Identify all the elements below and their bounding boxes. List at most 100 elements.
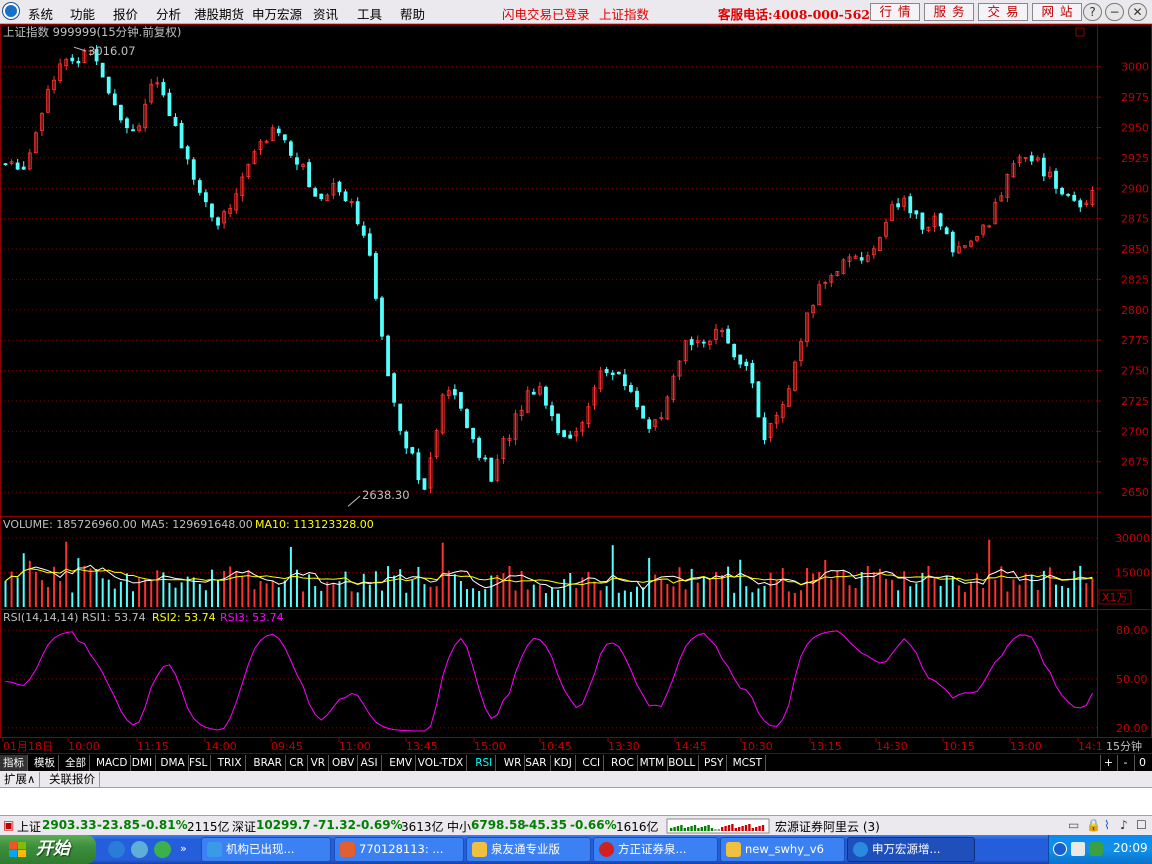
candle-body (920, 212, 925, 230)
candle-body (568, 434, 573, 439)
sh-price[interactable]: 2903.33 (42, 818, 97, 832)
time-tick-label: 13:15 (810, 740, 842, 753)
status-bar: ▣ 上证 2903.33 -23.85 -0.81% 2115亿 深证 1029… (0, 815, 1152, 835)
indicator-tab-fsl[interactable]: FSL (186, 755, 212, 771)
help-icon[interactable]: ? (1083, 3, 1102, 21)
candle-body (191, 159, 196, 180)
price-tick-label: 2675 (1121, 456, 1149, 469)
indicator-tab-obv[interactable]: OBV (329, 755, 359, 771)
quote-button[interactable]: 行情 (870, 3, 920, 21)
chart-area[interactable]: 上证指数 999999(15分钟.前复权) 3000 2975 2950 2925 29… (0, 24, 1152, 770)
indicator-tab-全部[interactable]: 全部 (62, 755, 90, 771)
candle-body (125, 118, 129, 129)
candle-body (938, 213, 943, 227)
browser-icon[interactable] (131, 841, 148, 858)
breadth-bar (690, 826, 693, 831)
price-tick-label: 2925 (1121, 152, 1149, 165)
chart-title: 上证指数 999999(15分钟.前复权) (3, 25, 181, 39)
indicator-tab-dmi[interactable]: DMI (129, 755, 157, 771)
zoom-out-button[interactable]: - (1117, 755, 1133, 771)
network-icon[interactable] (1071, 842, 1085, 856)
menu-item-system[interactable]: 系统 (28, 4, 53, 23)
minimize-icon[interactable]: − (1105, 3, 1124, 21)
taskbar-item-5[interactable]: 申万宏源增... (847, 837, 975, 862)
layout-icon[interactable]: ▭ (1068, 818, 1079, 832)
breadth-bar (680, 825, 683, 831)
indicator-tab-vr[interactable]: VR (308, 755, 330, 771)
taskbar-item-0[interactable]: 机构已出现... (201, 837, 331, 862)
indicator-tab-trix[interactable]: TRIX (215, 755, 246, 771)
menu-item-swhy[interactable]: 申万宏源 (252, 4, 302, 23)
taskbar-item-1[interactable]: 770128113: ... (334, 837, 464, 862)
time-tick-label: 10:00 (68, 740, 100, 753)
menu-item-hk-futures[interactable]: 港股期货 (194, 4, 244, 23)
clock[interactable]: 20:09 (1113, 841, 1148, 855)
candle-body (950, 231, 955, 253)
indicator-tab-asi[interactable]: ASI (358, 755, 382, 771)
taskbar-item-3[interactable]: 方正证券泉... (593, 837, 718, 862)
indicator-tab-rsi[interactable]: RSI (472, 755, 497, 771)
zx-price[interactable]: 6798.58 (471, 818, 526, 832)
sh-change: -23.85 (97, 818, 140, 832)
reset-zoom-button[interactable]: 0 (1134, 755, 1150, 771)
candle-body (914, 210, 919, 215)
time-tick-label: 14:1 (1078, 740, 1103, 753)
indicator-tab-roc[interactable]: ROC (608, 755, 638, 771)
zoom-in-button[interactable]: + (1100, 755, 1116, 771)
expand-tab[interactable]: 扩展∧ (0, 772, 41, 787)
close-icon[interactable]: ✕ (1128, 3, 1147, 21)
ie-icon[interactable] (108, 841, 125, 858)
indicator-tab-brar[interactable]: BRAR (250, 755, 286, 771)
indicator-tab-kdj[interactable]: KDJ (551, 755, 576, 771)
related-quote-tab[interactable]: 关联报价 (45, 772, 100, 787)
taskbar-item-4[interactable]: new_swhy_v6 (720, 837, 845, 862)
menu-item-tools[interactable]: 工具 (357, 4, 382, 23)
tray-arrow-icon[interactable] (1053, 842, 1067, 856)
lock-icon[interactable]: 🔒 (1086, 818, 1101, 832)
indicator-tab-mcst[interactable]: MCST (730, 755, 767, 771)
candle-body (744, 361, 749, 367)
indicator-tab-psy[interactable]: PSY (701, 755, 728, 771)
menu-item-quote[interactable]: 报价 (113, 4, 138, 23)
sz-price[interactable]: 10299.7 (256, 818, 311, 832)
candle-body (604, 369, 609, 373)
rsi-tick-label: 80.00 (1116, 624, 1148, 637)
time-tick-label: 14:30 (876, 740, 908, 753)
menu-item-news[interactable]: 资讯 (313, 4, 338, 23)
taskbar-item-2[interactable]: 泉友通专业版 (466, 837, 591, 862)
menu-bar: 系统 功能 报价 分析 港股期货 申万宏源 资讯 工具 帮助 闪电交易已登录 上… (0, 0, 1152, 24)
menu-item-function[interactable]: 功能 (70, 4, 95, 23)
price-tick-label: 2700 (1121, 425, 1149, 438)
bell-icon[interactable]: ♪ (1120, 818, 1128, 832)
settings-icon[interactable]: ☐ (1136, 818, 1147, 832)
trade-button[interactable]: 交易 (978, 3, 1028, 21)
security-shield-icon[interactable] (1089, 842, 1103, 856)
menu-item-analysis[interactable]: 分析 (156, 4, 181, 23)
candle-body (483, 457, 488, 460)
indicator-tab-dma[interactable]: DMA (157, 755, 189, 771)
volume-ma5: MA5: 129691648.00 (141, 518, 253, 531)
quicklaunch-expand-icon[interactable]: » (180, 842, 187, 855)
indicator-tab-mtm[interactable]: MTM (637, 755, 669, 771)
sz-amount: 3613亿 (401, 820, 444, 834)
indicator-tab-boll[interactable]: BOLL (665, 755, 700, 771)
indicator-tab-macd[interactable]: MACD (93, 755, 132, 771)
chrome-icon[interactable] (154, 841, 171, 858)
indicator-tab-cci[interactable]: CCI (579, 755, 605, 771)
rsi-line (5, 630, 1093, 732)
high-low-markers: 3016.07 2638.30 (73, 44, 410, 507)
indicator-tab-cr[interactable]: CR (286, 755, 308, 771)
indicator-tab-模板[interactable]: 模板 (31, 755, 59, 771)
start-button[interactable]: 开始 (0, 835, 96, 864)
kline-chart[interactable]: 上证指数 999999(15分钟.前复权) 3000 2975 2950 2925 29… (0, 24, 1152, 753)
indicator-tab-vol-tdx[interactable]: VOL-TDX (415, 755, 468, 771)
indicator-tab-emv[interactable]: EMV (386, 755, 417, 771)
website-button[interactable]: 网站 (1032, 3, 1082, 21)
candle-body (896, 203, 901, 208)
server-name: 宏源证券阿里云 (3) (775, 820, 880, 834)
time-tick-label: 11:00 (339, 740, 371, 753)
menu-item-help[interactable]: 帮助 (400, 4, 425, 23)
indicator-tab-指标[interactable]: 指标 (0, 755, 28, 771)
indicator-tab-sar[interactable]: SAR (522, 755, 551, 771)
service-button[interactable]: 服务 (924, 3, 974, 21)
